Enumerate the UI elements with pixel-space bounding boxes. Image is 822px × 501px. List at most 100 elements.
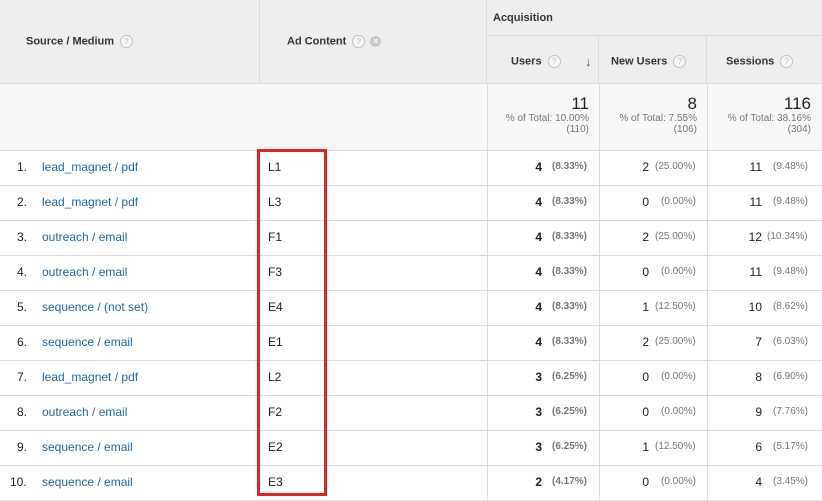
help-icon[interactable]: ? <box>352 35 366 48</box>
sessions-pct: (8.62%) <box>773 301 809 312</box>
new-users-pct: (25.00%) <box>655 161 696 172</box>
source-medium-link[interactable]: outreach / email <box>42 230 127 244</box>
source-medium-link[interactable]: lead_magnet / pdf <box>42 195 138 209</box>
total-sessions-pct: % of Total: 38.16% <box>727 113 811 124</box>
users-pct: (6.25%) <box>552 371 588 382</box>
users-pct: (8.33%) <box>552 196 588 207</box>
row-number: 3. <box>17 230 28 244</box>
sessions-value: 11 <box>749 265 762 279</box>
total-new-users-value: 8 <box>687 94 697 113</box>
sessions-value: 8 <box>755 370 762 384</box>
sessions-pct: (9.48%) <box>773 161 809 172</box>
remove-dimension-icon[interactable]: × <box>370 36 382 47</box>
source-medium-link[interactable]: lead_magnet / pdf <box>42 160 138 174</box>
row-number: 9. <box>17 440 28 454</box>
users-pct: (4.17%) <box>552 476 588 487</box>
help-icon[interactable]: ? <box>780 55 794 68</box>
sessions-pct: (5.17%) <box>773 441 809 452</box>
source-medium-link[interactable]: sequence / (not set) <box>42 300 148 314</box>
table-row: 10. sequence / email E3 2 (4.17%) 0 (0.0… <box>0 465 822 500</box>
new-users-pct: (0.00%) <box>661 406 697 417</box>
row-number: 5. <box>17 300 28 314</box>
new-users-pct: (0.00%) <box>661 196 697 207</box>
table-row: 4. outreach / email F3 4 (8.33%) 0 (0.00… <box>0 255 822 290</box>
sessions-pct: (6.90%) <box>773 371 809 382</box>
row-number: 8. <box>17 405 28 419</box>
header-users[interactable]: Users? <box>487 36 599 83</box>
total-sessions-of: (304) <box>787 124 811 135</box>
header-new-users[interactable]: New Users? <box>599 36 707 83</box>
source-medium-link[interactable]: outreach / email <box>42 265 127 279</box>
users-pct: (8.33%) <box>552 161 588 172</box>
table-row: 3. outreach / email F1 4 (8.33%) 2 (25.0… <box>0 220 822 255</box>
row-number: 10. <box>10 475 27 489</box>
table-row: 5. sequence / (not set) E4 4 (8.33%) 1 (… <box>0 290 822 325</box>
header-ad-content-label: Ad Content <box>287 35 347 48</box>
row-number: 7. <box>17 370 28 384</box>
row-number: 1. <box>17 160 28 174</box>
header-sessions[interactable]: Sessions? <box>707 36 822 83</box>
total-sessions: 116 % of Total: 38.16% (304) <box>707 94 811 136</box>
analytics-report-table: Source / Medium? Ad Content? × Acquisitio… <box>0 0 822 501</box>
sort-descending-icon[interactable]: ↓ <box>585 54 592 69</box>
source-medium-link[interactable]: outreach / email <box>42 405 127 419</box>
users-value: 4 <box>535 300 542 314</box>
users-pct: (8.33%) <box>552 266 588 277</box>
new-users-pct: (25.00%) <box>655 231 696 242</box>
users-value: 4 <box>535 160 542 174</box>
source-medium-link[interactable]: sequence / email <box>42 475 133 489</box>
users-pct: (8.33%) <box>552 301 588 312</box>
new-users-value: 1 <box>642 440 649 454</box>
sessions-value: 11 <box>749 160 762 174</box>
new-users-pct: (0.00%) <box>661 266 697 277</box>
totals-row: 11 % of Total: 10.00% (110) 8 % of Total… <box>0 83 822 151</box>
source-medium-link[interactable]: lead_magnet / pdf <box>42 370 138 384</box>
header-ad-content[interactable]: Ad Content? × <box>260 0 487 83</box>
users-value: 4 <box>535 230 542 244</box>
help-icon[interactable]: ? <box>120 35 134 48</box>
total-new-users: 8 % of Total: 7.55% (106) <box>599 94 697 136</box>
sessions-pct: (9.48%) <box>773 266 809 277</box>
new-users-pct: (0.00%) <box>661 476 697 487</box>
sessions-value: 7 <box>755 335 762 349</box>
header-sessions-label: Sessions <box>726 55 775 68</box>
users-value: 3 <box>535 440 542 454</box>
sessions-value: 6 <box>755 440 762 454</box>
new-users-value: 0 <box>642 265 649 279</box>
total-sessions-value: 116 <box>783 94 811 113</box>
users-pct: (8.33%) <box>552 231 588 242</box>
help-icon[interactable]: ? <box>547 55 561 68</box>
sessions-value: 10 <box>748 300 762 314</box>
users-value: 3 <box>535 405 542 419</box>
table-row: 9. sequence / email E2 3 (6.25%) 1 (12.5… <box>0 430 822 465</box>
users-value: 4 <box>535 265 542 279</box>
row-number: 2. <box>17 195 28 209</box>
table-row: 2. lead_magnet / pdf L3 4 (8.33%) 0 (0.0… <box>0 185 822 220</box>
source-medium-link[interactable]: sequence / email <box>42 335 133 349</box>
total-users-pct: % of Total: 10.00% <box>505 113 589 124</box>
new-users-value: 0 <box>642 370 649 384</box>
sessions-pct: (7.76%) <box>773 406 809 417</box>
header-new-users-label: New Users <box>611 55 668 68</box>
header-source-medium[interactable]: Source / Medium? <box>0 0 260 83</box>
help-icon[interactable]: ? <box>673 55 687 68</box>
row-number: 4. <box>17 265 28 279</box>
source-medium-link[interactable]: sequence / email <box>42 440 133 454</box>
header-source-medium-label: Source / Medium <box>26 35 115 48</box>
new-users-value: 1 <box>642 300 649 314</box>
total-new-users-pct: % of Total: 7.55% <box>619 113 697 124</box>
new-users-pct: (12.50%) <box>655 441 696 452</box>
sessions-value: 4 <box>755 475 762 489</box>
new-users-value: 0 <box>642 475 649 489</box>
sessions-value: 9 <box>755 405 762 419</box>
ad-content-highlight-box <box>257 149 327 496</box>
new-users-value: 2 <box>642 335 649 349</box>
table-row: 6. sequence / email E1 4 (8.33%) 2 (25.0… <box>0 325 822 360</box>
header-acquisition-label: Acquisition <box>493 12 553 24</box>
new-users-value: 2 <box>642 230 649 244</box>
users-value: 2 <box>535 475 542 489</box>
sessions-pct: (10.34%) <box>767 231 808 242</box>
table-row: 7. lead_magnet / pdf L2 3 (6.25%) 0 (0.0… <box>0 360 822 395</box>
table-row: 1. lead_magnet / pdf L1 4 (8.33%) 2 (25.… <box>0 150 822 185</box>
sessions-value: 11 <box>749 195 762 209</box>
